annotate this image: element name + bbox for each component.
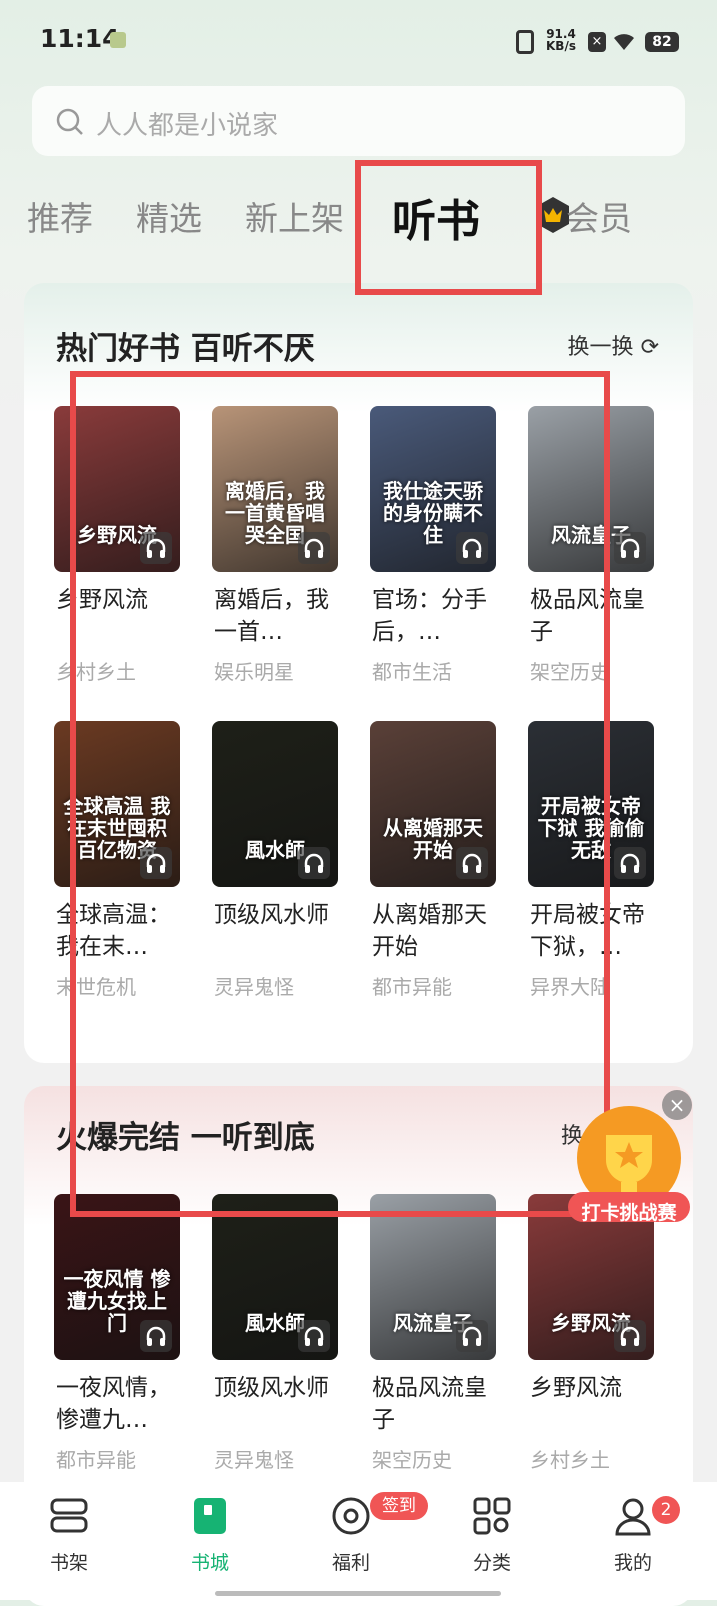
search-icon — [56, 108, 83, 135]
nav-category[interactable]: 分类 — [437, 1482, 547, 1582]
nav-label: 书城 — [190, 1552, 229, 1574]
tab-vip[interactable]: 会员 — [566, 192, 632, 240]
highlight-box-grid — [70, 371, 610, 1217]
headphones-icon — [614, 847, 646, 879]
no-sim-icon: × — [588, 32, 606, 52]
nav-bookstore[interactable]: 书城 — [155, 1482, 265, 1582]
search-bar[interactable]: 人人都是小说家 — [32, 86, 685, 156]
notification-count-badge: 2 — [652, 1496, 680, 1524]
refresh-label: 换一换 — [567, 335, 634, 360]
nav-label: 福利 — [331, 1552, 370, 1574]
clock: 11:14 — [40, 24, 120, 53]
tab-featured[interactable]: 精选 — [136, 192, 202, 240]
headphones-icon — [140, 1320, 172, 1352]
book-title[interactable]: 顶级风水师 — [214, 1372, 340, 1404]
tab-recommend[interactable]: 推荐 — [27, 192, 93, 240]
home-indicator[interactable] — [215, 1591, 501, 1596]
network-speed: 91.4 KB/s — [546, 28, 576, 52]
nav-label: 我的 — [613, 1552, 652, 1574]
battery-indicator: 82 — [645, 32, 679, 52]
notification-icon — [110, 32, 126, 48]
book-genre: 都市异能 — [56, 1448, 136, 1472]
nav-bookshelf[interactable]: 书架 — [14, 1482, 124, 1582]
nav-label: 书架 — [49, 1552, 88, 1574]
bookstore-icon — [194, 1498, 226, 1534]
bottom-nav: 书架 书城 福利 分类 我的 — [0, 1482, 717, 1600]
headphones-icon — [614, 1320, 646, 1352]
profile-icon — [615, 1498, 651, 1536]
tab-new[interactable]: 新上架 — [245, 192, 344, 240]
rewards-icon — [332, 1497, 370, 1535]
book-cover[interactable]: 風水師 — [212, 1194, 338, 1360]
wifi-icon — [614, 34, 634, 50]
close-icon[interactable]: × — [662, 1090, 692, 1120]
headphones-icon — [298, 1320, 330, 1352]
headphones-icon — [614, 532, 646, 564]
speed-unit: KB/s — [546, 39, 576, 53]
highlight-box-tab — [355, 160, 542, 295]
book-cover[interactable]: 风流皇子 — [370, 1194, 496, 1360]
category-icon — [473, 1497, 511, 1535]
bookshelf-icon — [50, 1498, 88, 1533]
book-title[interactable]: 乡野风流 — [530, 1372, 656, 1404]
checkin-badge: 签到 — [370, 1492, 428, 1520]
book-title[interactable]: 一夜风情，惨遭九… — [56, 1372, 182, 1436]
nav-label: 分类 — [472, 1552, 511, 1574]
refresh-button[interactable]: 换一换 ⟳ — [568, 329, 659, 361]
book-genre: 乡村乡土 — [530, 1448, 610, 1472]
refresh-icon: ⟳ — [640, 335, 659, 360]
status-bar: 11:14 91.4 KB/s × 82 — [0, 0, 717, 84]
badge-label: 打卡挑战赛 — [581, 1202, 677, 1224]
section-title: 热门好书 百听不厌 — [56, 331, 315, 367]
vibrate-icon — [516, 30, 534, 54]
book-title[interactable]: 极品风流皇子 — [372, 1372, 498, 1436]
book-genre: 架空历史 — [372, 1448, 452, 1472]
book-genre: 灵异鬼怪 — [214, 1448, 294, 1472]
book-cover[interactable]: 一夜风情 惨遭九女找上门 — [54, 1194, 180, 1360]
search-placeholder: 人人都是小说家 — [96, 111, 279, 141]
headphones-icon — [456, 1320, 488, 1352]
